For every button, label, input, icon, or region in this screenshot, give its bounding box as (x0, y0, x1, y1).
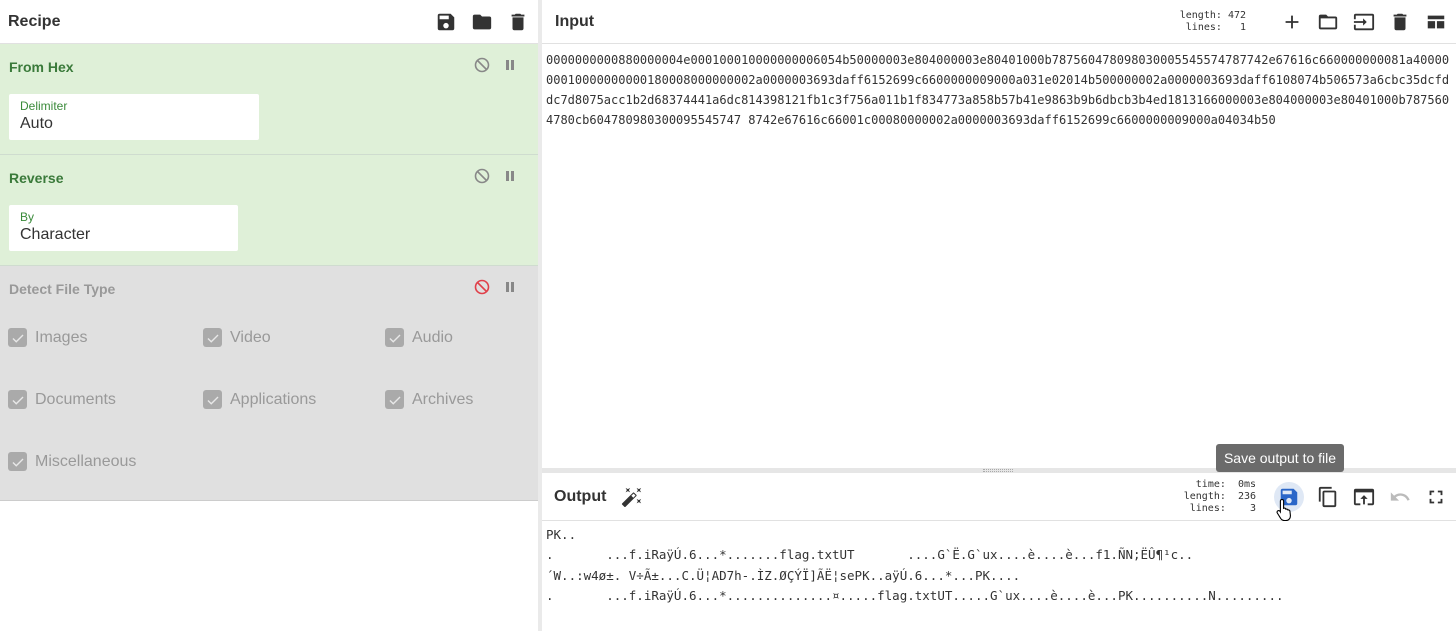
recipe-pane: Recipe From Hex Delimiter Auto Reverse B… (0, 0, 538, 631)
check-icon (8, 390, 27, 409)
delimiter-field[interactable]: Delimiter Auto (9, 94, 259, 140)
output-pane: Output time: 0ms length: 236 lines: 3 PK… (542, 473, 1456, 631)
check-icon (385, 328, 404, 347)
checkbox-label: Applications (230, 390, 317, 408)
delimiter-label: Delimiter (20, 99, 68, 113)
checkbox-label: Images (35, 328, 88, 346)
length-label: length: (1183, 490, 1226, 502)
check-icon (8, 452, 27, 471)
length-label: length: (1179, 9, 1222, 21)
open-folder-icon[interactable] (1316, 10, 1340, 34)
checkbox-miscellaneous[interactable]: Miscellaneous (8, 452, 136, 471)
disable-operation-icon-active[interactable] (474, 279, 490, 295)
replace-input-with-output-icon[interactable] (1352, 485, 1376, 509)
maximise-output-icon[interactable] (1424, 485, 1448, 509)
open-file-input-icon[interactable] (1352, 10, 1376, 34)
checkbox-video[interactable]: Video (203, 328, 271, 347)
recipe-header: Recipe (0, 0, 538, 44)
by-field[interactable]: By Character (9, 205, 238, 251)
hand-pointer-cursor-icon (1276, 498, 1291, 522)
input-pane: Input length: 472 lines: 1 0000000000880… (542, 0, 1456, 468)
check-icon (203, 328, 222, 347)
delimiter-value[interactable]: Auto (20, 115, 248, 133)
checkbox-label: Archives (412, 390, 474, 408)
checkbox-applications[interactable]: Applications (203, 390, 316, 409)
resize-grip[interactable] (983, 469, 1013, 472)
recipe-title: Recipe (8, 12, 61, 30)
operation-title: Reverse (9, 170, 64, 186)
add-input-plus-icon[interactable] (1280, 10, 1304, 34)
checkbox-documents[interactable]: Documents (8, 390, 116, 409)
output-textarea[interactable]: PK.. . ...f.iRaÿÚ.6...*.......flag.txtUT… (542, 521, 1456, 612)
by-label: By (20, 210, 35, 224)
check-icon (8, 328, 27, 347)
input-title: Input (555, 12, 595, 30)
checkbox-label: Documents (35, 390, 116, 408)
input-header: Input length: 472 lines: 1 (542, 0, 1456, 44)
input-textarea[interactable]: 0000000000880000004e00010001000000000605… (542, 44, 1456, 136)
save-output-tooltip: Save output to file (1216, 444, 1344, 472)
pause-breakpoint-icon[interactable] (502, 279, 518, 295)
save-recipe-icon[interactable] (434, 10, 458, 34)
lines-label: lines: (1185, 21, 1222, 33)
pause-breakpoint-icon[interactable] (502, 57, 518, 73)
lines-label: lines: (1189, 502, 1226, 514)
clear-recipe-trash-icon[interactable] (506, 10, 530, 34)
load-recipe-folder-icon[interactable] (470, 10, 494, 34)
output-stats: time: 0ms length: 236 lines: 3 (1184, 479, 1256, 515)
output-title: Output (554, 487, 607, 505)
copy-output-icon[interactable] (1316, 485, 1340, 509)
checkbox-label: Miscellaneous (35, 452, 137, 470)
checkbox-images[interactable]: Images (8, 328, 87, 347)
by-value[interactable]: Character (20, 226, 227, 244)
disable-operation-icon[interactable] (474, 57, 490, 73)
operation-title: Detect File Type (9, 281, 116, 297)
checkbox-audio[interactable]: Audio (385, 328, 453, 347)
pause-breakpoint-icon[interactable] (502, 168, 518, 184)
time-value: 0ms (1237, 478, 1256, 490)
time-label: time: (1195, 478, 1226, 490)
reset-layout-icon[interactable] (1424, 10, 1448, 34)
checkbox-label: Audio (412, 328, 453, 346)
output-header: Output time: 0ms length: 236 lines: 3 (542, 473, 1456, 521)
operation-from-hex[interactable]: From Hex Delimiter Auto (0, 44, 538, 155)
operation-title: From Hex (9, 59, 74, 75)
checkbox-label: Video (230, 328, 271, 346)
check-icon (203, 390, 222, 409)
lines-value: 1 (1239, 21, 1246, 33)
clear-input-trash-icon[interactable] (1388, 10, 1412, 34)
undo-icon[interactable] (1388, 485, 1412, 509)
lines-value: 3 (1249, 502, 1256, 514)
length-value: 236 (1237, 490, 1256, 502)
operation-detect-file-type[interactable]: Detect File Type Images Video Audio Docu… (0, 266, 538, 501)
checkbox-archives[interactable]: Archives (385, 390, 473, 409)
magic-wand-icon[interactable] (620, 485, 644, 509)
input-stats: length: 472 lines: 1 (1180, 10, 1246, 34)
check-icon (385, 390, 404, 409)
length-value: 472 (1227, 9, 1246, 21)
operation-reverse[interactable]: Reverse By Character (0, 155, 538, 266)
disable-operation-icon[interactable] (474, 168, 490, 184)
